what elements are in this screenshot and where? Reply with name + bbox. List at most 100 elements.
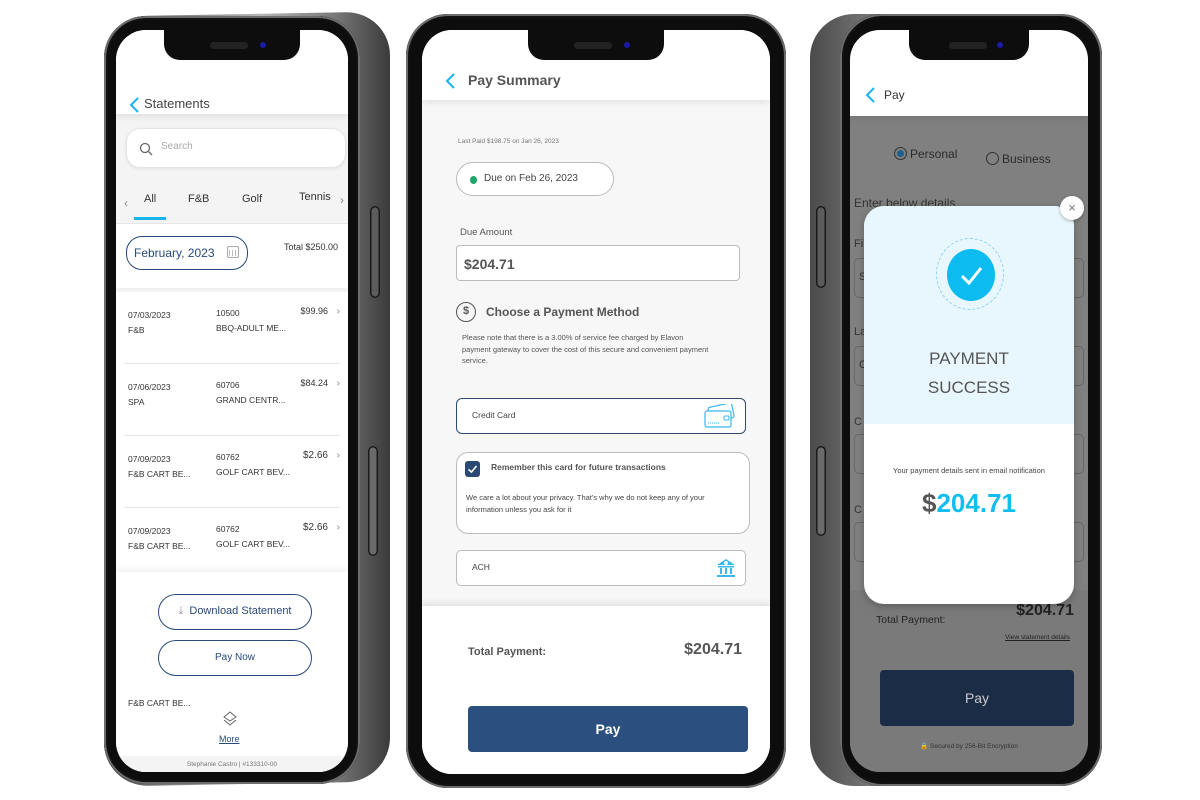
list-item[interactable]: 07/09/2023 F&B CART BE... 60762 GOLF CART …: [124, 508, 340, 580]
category-tabs: ‹ All F&B Golf Tennis ›: [116, 176, 348, 224]
checkmark-icon: [947, 249, 995, 301]
remember-card-checkbox[interactable]: [465, 461, 480, 477]
tab-golf[interactable]: Golf: [242, 193, 262, 205]
row-amount: $84.24: [300, 378, 328, 388]
calendar-icon: [227, 246, 239, 258]
download-statement-button[interactable]: ⤓ Download Statement: [158, 594, 312, 630]
payment-success-modal: PAYMENT SUCCESS Your payment details sen…: [864, 206, 1074, 604]
back-chevron-icon[interactable]: [864, 86, 878, 104]
status-dot-icon: [470, 176, 477, 184]
credit-card-icon: [703, 402, 735, 428]
service-fee-note: Please note that there is a 3.00% of ser…: [462, 333, 709, 365]
currency-symbol: $: [922, 488, 937, 518]
chevron-right-icon: ›: [336, 450, 340, 461]
list-item[interactable]: 07/03/2023 F&B 10500 BBQ-ADULT ME... $99.9…: [124, 292, 340, 364]
page-title: Pay Summary: [468, 72, 561, 88]
due-date-text: Due on Feb 26, 2023: [484, 173, 578, 184]
list-item[interactable]: 07/06/2023 SPA 60706 GRAND CENTR... $84.24…: [124, 364, 340, 436]
side-button: [816, 206, 826, 288]
tabs-next-icon[interactable]: ›: [340, 193, 344, 207]
tabs-prev-icon[interactable]: ‹: [124, 196, 128, 210]
remember-card-box: Remember this card for future transactio…: [456, 452, 750, 534]
amount-value: 204.71: [936, 488, 1016, 518]
row-category: SPA: [128, 397, 145, 407]
success-title-line1: PAYMENT: [929, 349, 1009, 368]
row-amount: $2.66: [302, 450, 328, 461]
page-title: Statements: [144, 96, 210, 111]
search-bar-container: Search: [116, 114, 348, 176]
success-amount: $204.71: [864, 488, 1074, 519]
statements-footer: ⤓ Download Statement Pay Now F&B CART BE.…: [116, 572, 348, 772]
row-category: F&B CART BE...: [128, 469, 191, 479]
remember-card-label: Remember this card for future transactio…: [491, 462, 666, 472]
screen: Pay Personal Business Enter below detail…: [850, 30, 1088, 772]
month-row: February, 2023 Total $250.00: [116, 224, 348, 288]
row-date: 07/03/2023: [128, 310, 171, 320]
radio-business[interactable]: Business: [986, 152, 1051, 166]
more-link[interactable]: More: [219, 734, 240, 744]
due-amount-label: Due Amount: [460, 227, 513, 238]
pay-button[interactable]: Pay: [880, 670, 1074, 726]
pay-now-button[interactable]: Pay Now: [158, 640, 312, 676]
row-category: F&B CART BE...: [128, 541, 191, 551]
side-button: [368, 446, 378, 556]
month-picker[interactable]: February, 2023: [126, 236, 248, 270]
bank-icon: [715, 557, 737, 579]
search-placeholder: Search: [161, 141, 193, 152]
success-title: PAYMENT SUCCESS: [864, 344, 1074, 402]
truncated-row-text: F&B CART BE...: [128, 698, 191, 708]
month-value: February, 2023: [134, 246, 215, 260]
field-label: Fi: [854, 238, 864, 250]
row-code: 10500: [216, 308, 240, 318]
search-icon: [139, 142, 153, 156]
total-payment-value: $204.71: [1016, 602, 1074, 619]
payment-footer: Total Payment: $204.71 View statement de…: [850, 590, 1088, 772]
search-input[interactable]: Search: [126, 128, 346, 168]
secured-text: 🔒 Secured by 256-Bit Encryption: [920, 743, 1018, 750]
view-statement-link[interactable]: View statement details: [1005, 634, 1070, 641]
transaction-list: 07/03/2023 F&B 10500 BBQ-ADULT ME... $99.9…: [116, 292, 348, 572]
row-date: 07/09/2023: [128, 526, 171, 536]
chevron-right-icon: ›: [336, 522, 340, 533]
row-desc: GOLF CART BEV...: [216, 539, 291, 549]
total-payment-label: Total Payment:: [876, 614, 946, 626]
row-date: 07/09/2023: [128, 454, 171, 464]
due-date-badge: Due on Feb 26, 2023: [456, 162, 614, 196]
row-code: 60706: [216, 380, 240, 390]
success-message: Your payment details sent in email notif…: [893, 466, 1045, 475]
row-code: 60762: [216, 524, 240, 534]
back-chevron-icon[interactable]: [128, 96, 142, 114]
screen: Statements Search ‹ All F&B Golf Tennis …: [116, 30, 348, 772]
radio-personal[interactable]: Personal: [894, 147, 957, 161]
pay-button[interactable]: Pay: [468, 706, 748, 752]
side-button: [816, 446, 826, 536]
row-desc: GRAND CENTR...: [216, 395, 286, 405]
side-button: [370, 206, 380, 298]
row-category: F&B: [128, 325, 145, 335]
payment-footer: Total Payment: $204.71 Pay: [422, 606, 770, 774]
close-icon[interactable]: ×: [1060, 196, 1084, 220]
layers-icon[interactable]: [221, 710, 239, 728]
row-desc: BBQ-ADULT ME...: [216, 323, 287, 333]
phone-body: Statements Search ‹ All F&B Golf Tennis …: [104, 16, 360, 784]
total-payment-value: $204.71: [684, 641, 742, 658]
payment-method-title: Choose a Payment Method: [486, 305, 640, 319]
credit-card-label: Credit Card: [472, 410, 516, 420]
page-title: Pay: [884, 88, 905, 102]
list-item[interactable]: 07/09/2023 F&B CART BE... 60762 GOLF CART …: [124, 436, 340, 508]
back-chevron-icon[interactable]: [444, 72, 458, 90]
due-amount-field[interactable]: $204.71: [456, 245, 740, 281]
tab-tennis[interactable]: Tennis: [299, 191, 331, 203]
radio-business-label: Business: [1002, 152, 1051, 166]
radio-unselected-icon: [986, 152, 999, 165]
row-amount: $2.66: [302, 522, 328, 533]
tab-fnb[interactable]: F&B: [188, 193, 209, 205]
phone-body: Pay Summary Last Paid $198.75 on Jan 26,…: [406, 14, 786, 788]
notch: [528, 30, 664, 60]
tab-all[interactable]: All: [133, 193, 167, 220]
notch: [909, 30, 1029, 60]
chevron-right-icon: ›: [336, 306, 340, 317]
field-label: C: [854, 416, 862, 428]
credit-card-option[interactable]: Credit Card: [456, 398, 746, 434]
ach-option[interactable]: ACH: [456, 550, 746, 586]
